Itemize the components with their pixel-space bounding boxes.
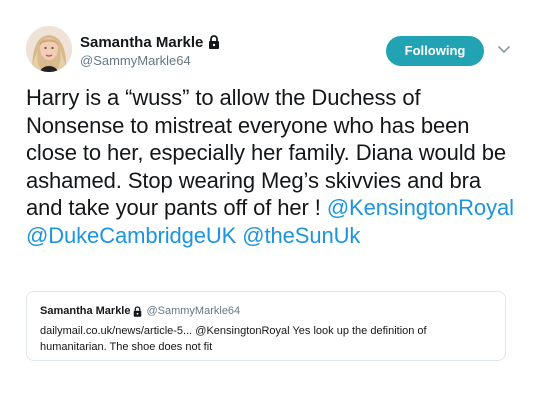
quoted-tweet-text: dailymail.co.uk/news/article-5... @Kensi…: [40, 325, 427, 353]
quoted-author-name: Samantha Markle: [40, 305, 131, 317]
author-name-row: Samantha Markle: [80, 32, 220, 52]
tweet-text: Harry is a “wuss” to allow the Duchess o…: [26, 84, 516, 249]
chevron-down-icon[interactable]: [497, 42, 511, 56]
quoted-tweet-header: Samantha Markle @SammyMarkle64: [40, 305, 240, 317]
lock-icon: [208, 35, 220, 49]
author-name[interactable]: Samantha Markle: [80, 34, 203, 51]
mention-link[interactable]: @DukeCambridgeUK: [26, 223, 236, 248]
following-button[interactable]: Following: [386, 36, 484, 66]
avatar[interactable]: [26, 26, 72, 72]
tweet-header: Samantha Markle @SammyMarkle64 Following: [26, 26, 516, 74]
mention-link[interactable]: @theSunUk: [242, 223, 360, 248]
mention-link[interactable]: @KensingtonRoyal: [327, 195, 514, 220]
quoted-tweet[interactable]: Samantha Markle @SammyMarkle64 dailymail…: [26, 291, 506, 361]
quoted-author-handle: @SammyMarkle64: [146, 305, 241, 317]
lock-icon: [133, 305, 142, 317]
author-handle[interactable]: @SammyMarkle64: [80, 53, 191, 68]
avatar-image: [26, 26, 72, 72]
